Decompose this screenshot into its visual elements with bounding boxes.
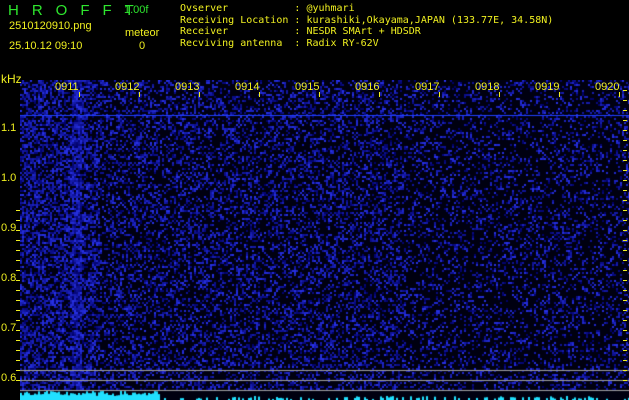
x-tick-label: 0912 [115, 81, 140, 93]
info-label: Receiver [180, 26, 289, 38]
y-tick [16, 240, 20, 241]
x-tick-label: 0914 [235, 81, 260, 93]
y-tick [623, 320, 627, 321]
info-sep: : [288, 3, 307, 14]
x-tick [559, 92, 560, 97]
meteor-count: 0 [139, 40, 146, 52]
y-tick [16, 290, 20, 291]
y-tick [623, 350, 627, 351]
y-tick [623, 190, 627, 191]
filename: 2510120910.png [9, 20, 92, 32]
y-tick [623, 370, 627, 371]
meteor-label: meteor [125, 27, 160, 39]
x-tick-label: 0916 [355, 81, 380, 93]
x-tick-label: 0915 [295, 81, 320, 93]
info-label: Recviving antenna [180, 38, 289, 50]
x-tick [139, 92, 140, 97]
y-tick [623, 90, 627, 91]
y-tick [16, 380, 20, 381]
y-tick-label: 0.9 [1, 222, 17, 234]
y-tick [623, 260, 627, 261]
y-tick [623, 270, 627, 271]
info-value: @yuhmari [306, 3, 355, 14]
y-tick [623, 210, 627, 211]
y-tick [623, 170, 627, 171]
y-tick [623, 160, 627, 161]
x-tick-label: 0919 [535, 81, 560, 93]
y-tick [623, 240, 627, 241]
version-label: 1.00f [124, 4, 149, 16]
x-tick [199, 92, 200, 97]
x-tick [79, 92, 80, 97]
y-tick [623, 180, 627, 181]
datetime: 25.10.12 09:10 [9, 40, 83, 52]
info-row: Recviving antenna : Radix RY-62V [180, 38, 553, 50]
x-tick-label: 0918 [475, 81, 500, 93]
y-tick [623, 380, 627, 381]
x-tick [259, 92, 260, 97]
info-sep: : [288, 26, 307, 38]
y-tick [16, 270, 20, 271]
y-tick [16, 210, 20, 211]
info-label: Receiving Location [180, 14, 289, 26]
info-sep: : [288, 38, 307, 50]
y-tick [16, 320, 20, 321]
y-tick-label: 1.1 [1, 122, 17, 134]
y-tick [623, 290, 627, 291]
y-tick [623, 250, 627, 251]
y-tick [16, 300, 20, 301]
y-tick [623, 300, 627, 301]
y-tick [16, 330, 20, 331]
info-label: Ovserver [180, 3, 289, 14]
y-tick-label: 0.8 [1, 272, 17, 284]
y-tick-label: 1.0 [1, 172, 17, 184]
y-tick [623, 330, 627, 331]
waterfall-spectrogram [20, 80, 629, 400]
y-tick [16, 220, 20, 221]
y-tick [623, 150, 627, 151]
y-tick [16, 360, 20, 361]
station-info: Ovserver : @yuhmari Receiving Location : … [180, 3, 553, 50]
info-value: kurashiki,Okayama,JAPAN (133.77E, 34.58N… [306, 14, 554, 26]
y-tick [16, 310, 20, 311]
y-tick-label: 0.7 [1, 322, 17, 334]
info-row: Ovserver : @yuhmari [180, 3, 553, 15]
y-tick [623, 360, 627, 361]
y-tick [16, 350, 20, 351]
y-tick [623, 220, 627, 221]
x-tick-label: 0911 [55, 81, 79, 93]
x-tick [619, 92, 620, 97]
y-tick [623, 340, 627, 341]
y-tick [623, 100, 627, 101]
y-tick [623, 230, 627, 231]
y-tick [623, 310, 627, 311]
info-value: Radix RY-62V [306, 38, 379, 50]
y-tick [623, 130, 627, 131]
y-tick [16, 250, 20, 251]
y-tick [16, 340, 20, 341]
y-tick [16, 280, 20, 281]
x-tick-label: 0920 [595, 81, 620, 93]
y-tick [623, 200, 627, 201]
y-tick [623, 140, 627, 141]
y-tick-label: 0.6 [1, 372, 17, 384]
x-tick [499, 92, 500, 97]
y-tick [623, 120, 627, 121]
info-value: NESDR SMArt + HDSDR [306, 26, 421, 38]
x-tick [319, 92, 320, 97]
y-tick [16, 260, 20, 261]
x-tick-label: 0917 [415, 81, 440, 93]
x-tick [439, 92, 440, 97]
info-sep: : [288, 14, 307, 26]
y-tick [623, 110, 627, 111]
info-row: Receiver : NESDR SMArt + HDSDR [180, 26, 553, 38]
y-axis-unit: kHz [1, 72, 22, 86]
x-tick [379, 92, 380, 97]
y-tick [623, 280, 627, 281]
info-row: Receiving Location : kurashiki,Okayama,J… [180, 15, 553, 27]
y-tick [16, 230, 20, 231]
y-tick [16, 370, 20, 371]
x-tick-label: 0913 [175, 81, 200, 93]
